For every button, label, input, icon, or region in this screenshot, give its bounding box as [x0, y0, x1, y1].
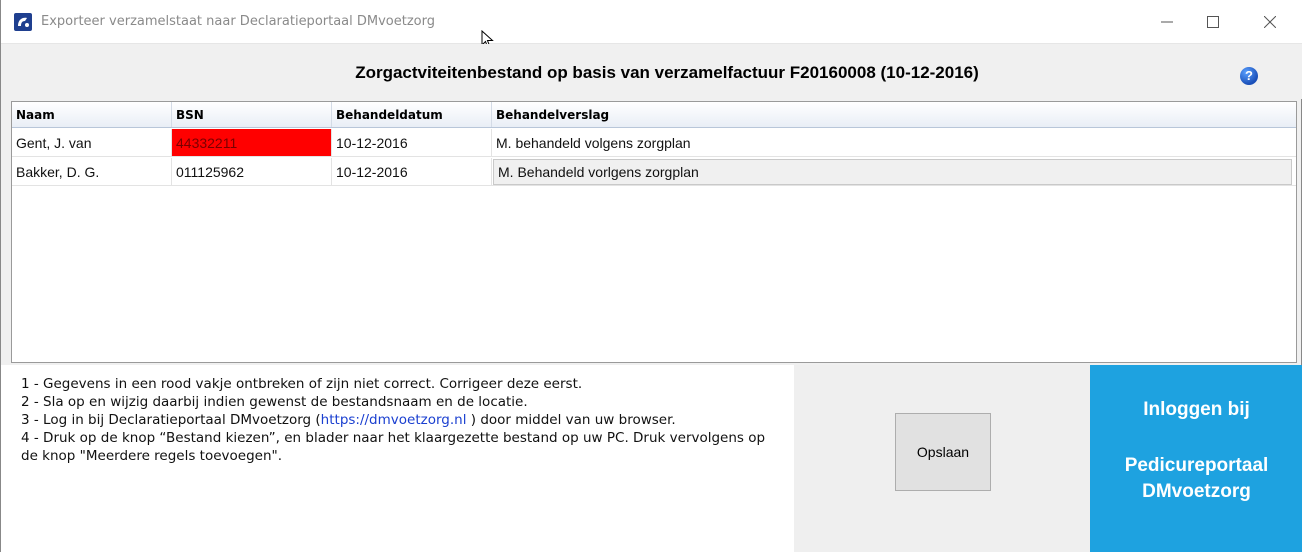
column-header-behandelverslag[interactable]: Behandelverslag [492, 102, 1296, 127]
page-title: Zorgactviteitenbestand op basis van verz… [355, 63, 979, 82]
column-header-bsn[interactable]: BSN [172, 102, 332, 127]
cell-behandeldatum[interactable]: 10-12-2016 [332, 129, 492, 156]
cell-behandeldatum[interactable]: 10-12-2016 [332, 158, 492, 185]
instruction-line-3: 3 - Log in bij Declaratieportaal DMvoetz… [21, 411, 781, 429]
close-button[interactable] [1247, 0, 1293, 44]
instructions-text: 1 - Gegevens in een rood vakje ontbreken… [21, 375, 781, 465]
instruction-line-2: 2 - Sla op en wijzig daarbij indien gewe… [21, 394, 528, 410]
help-icon[interactable]: ? [1240, 67, 1258, 85]
dmvoetzorg-link[interactable]: https://dmvoetzorg.nl [321, 412, 467, 428]
cell-naam[interactable]: Bakker, D. G. [12, 158, 172, 185]
minimize-button[interactable] [1144, 0, 1190, 44]
export-dialog-window: Exporteer verzamelstaat naar Declaratiep… [0, 0, 1302, 552]
save-button[interactable]: Opslaan [895, 413, 991, 491]
instruction-line-1: 1 - Gegevens in een rood vakje ontbreken… [21, 376, 583, 392]
instruction-line-3-post: ) door middel van uw browser. [466, 412, 676, 428]
login-button-line-1: Inloggen bij [1143, 399, 1250, 420]
login-button-line-3: DMvoetzorg [1142, 481, 1251, 502]
column-header-behandeldatum[interactable]: Behandeldatum [332, 102, 492, 127]
maximize-button[interactable] [1190, 0, 1236, 44]
cell-bsn-invalid[interactable]: 44332211 [172, 129, 332, 156]
table-row[interactable]: Bakker, D. G. 011125962 10-12-2016 M. Be… [12, 158, 1296, 186]
title-bar: Exporteer verzamelstaat naar Declaratiep… [1, 0, 1302, 49]
app-logo-icon [14, 13, 32, 31]
cell-bsn[interactable]: 011125962 [172, 158, 332, 185]
claims-table: Naam BSN Behandeldatum Behandelverslag G… [11, 101, 1297, 363]
login-portal-button[interactable]: Inloggen bij Pedicureportaal DMvoetzorg [1090, 365, 1302, 552]
save-panel: Opslaan [794, 365, 1090, 552]
cell-naam[interactable]: Gent, J. van [12, 129, 172, 156]
column-header-naam[interactable]: Naam [12, 102, 172, 127]
footer-panel: 1 - Gegevens in een rood vakje ontbreken… [1, 365, 1302, 552]
instruction-line-4: 4 - Druk op de knop “Bestand kiezen”, en… [21, 430, 766, 464]
window-title: Exporteer verzamelstaat naar Declaratiep… [41, 14, 435, 29]
instruction-line-3-pre: 3 - Log in bij Declaratieportaal DMvoetz… [21, 412, 321, 428]
cell-behandelverslag-editing[interactable]: M. Behandeld vorlgens zorgplan [493, 159, 1292, 185]
dialog-header: Zorgactviteitenbestand op basis van verz… [1, 44, 1302, 99]
cell-behandelverslag[interactable]: M. behandeld volgens zorgplan [492, 129, 1296, 156]
table-header: Naam BSN Behandeldatum Behandelverslag [12, 102, 1296, 128]
login-button-line-2: Pedicureportaal [1124, 455, 1269, 476]
table-row[interactable]: Gent, J. van 44332211 10-12-2016 M. beha… [12, 129, 1296, 157]
